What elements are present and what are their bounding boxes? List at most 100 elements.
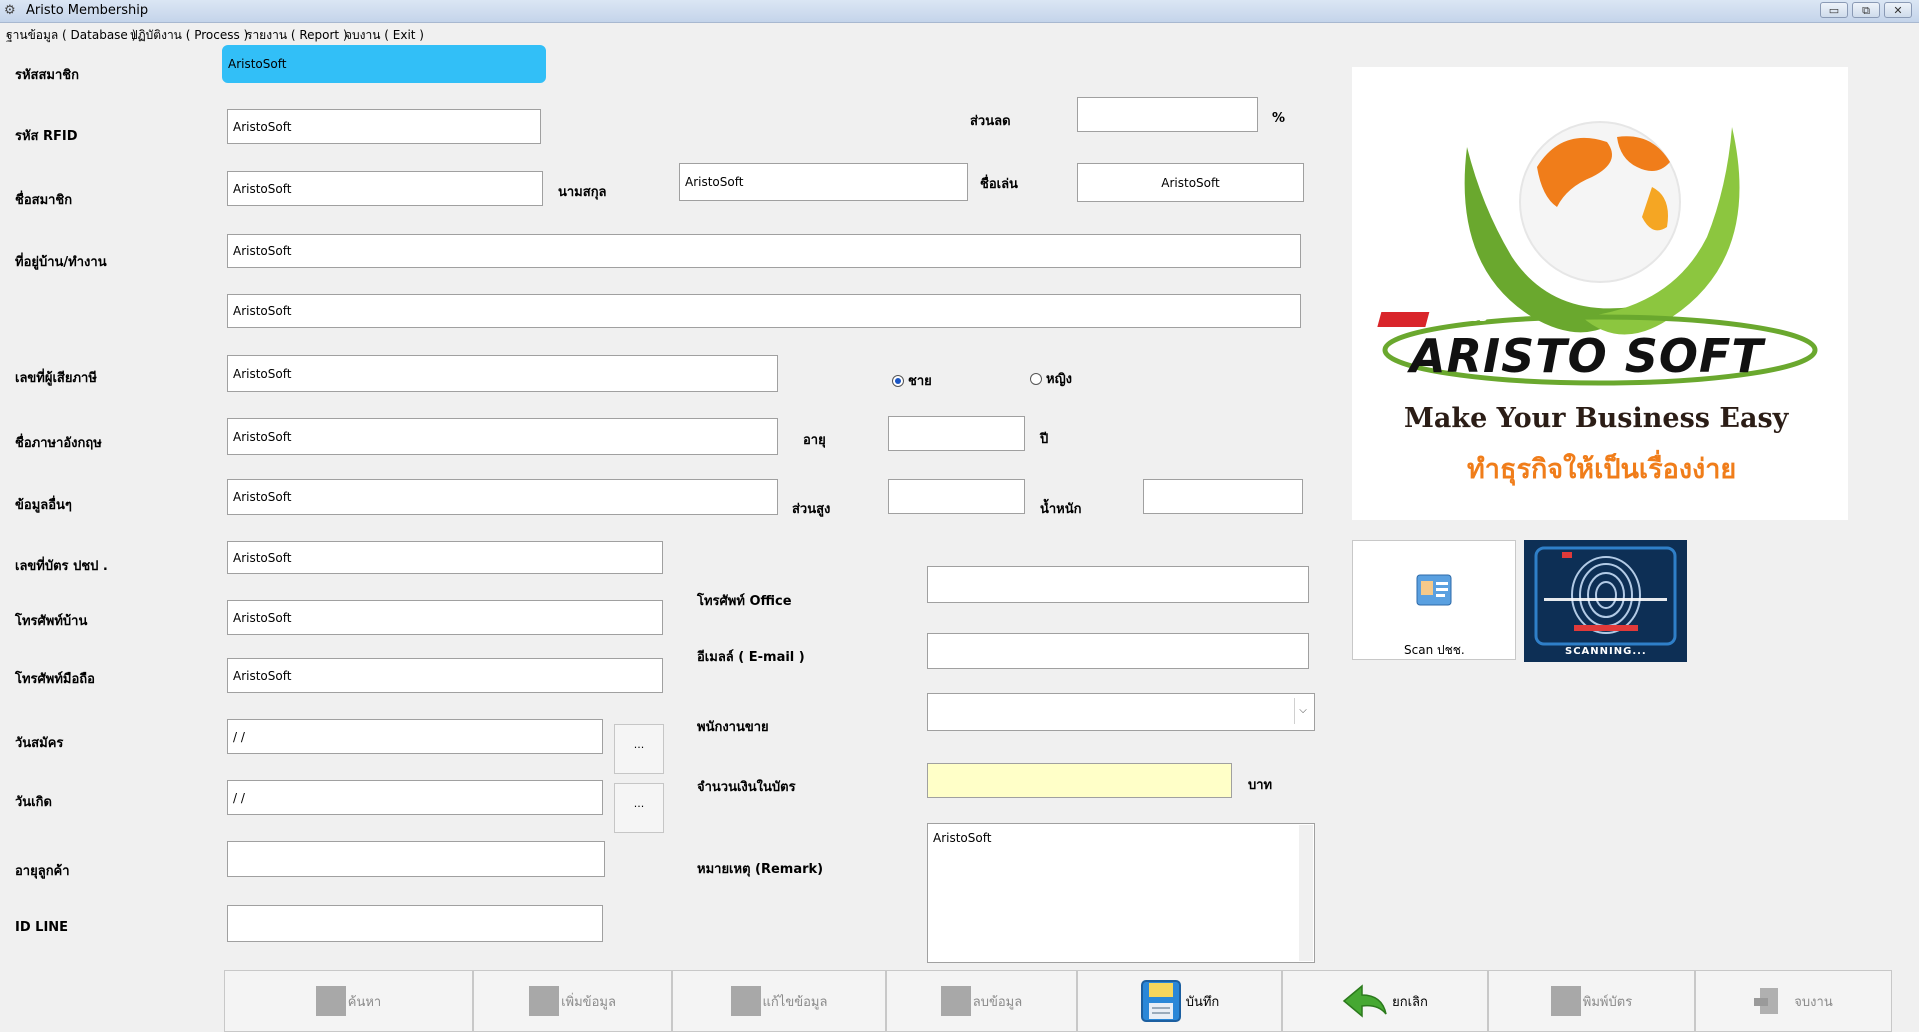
weight-input[interactable] bbox=[1143, 479, 1303, 514]
birth-date-input[interactable]: / / bbox=[227, 780, 603, 815]
nickname-label: ชื่อเล่น bbox=[980, 177, 1018, 192]
edit-button-label: แก้ไขข้อมูล bbox=[762, 994, 828, 1010]
remark-scrollbar[interactable] bbox=[1299, 825, 1313, 961]
gender-female-radio[interactable]: หญิง bbox=[1030, 368, 1072, 389]
id-card-label: เลขที่บัตร ปชป . bbox=[15, 559, 108, 574]
scan-id-card-button[interactable]: Scan ปชช. bbox=[1352, 540, 1516, 660]
english-name-input[interactable]: AristoSoft bbox=[227, 418, 778, 455]
rfid-label: รหัส RFID bbox=[15, 129, 78, 144]
save-button-label: บันทึก bbox=[1185, 994, 1220, 1010]
address-input-1[interactable]: AristoSoft bbox=[227, 234, 1301, 268]
email-input[interactable] bbox=[927, 633, 1309, 669]
discount-label: ส่วนลด bbox=[970, 114, 1011, 129]
gender-male-radio[interactable]: ชาย bbox=[892, 370, 932, 391]
usb-badge: USB bbox=[1462, 311, 1488, 324]
id-line-label: ID LINE bbox=[15, 920, 69, 935]
height-input[interactable] bbox=[888, 479, 1025, 514]
card-amount-input[interactable] bbox=[927, 763, 1232, 798]
window-title: Aristo Membership bbox=[26, 3, 149, 18]
customer-age-label: อายุลูกค้า bbox=[15, 864, 70, 879]
email-label: อีเมลล์ ( E-mail ) bbox=[697, 650, 805, 665]
add-button[interactable]: เพิ่มข้อมูล bbox=[473, 970, 672, 1032]
title-bar: ⚙ Aristo Membership ▭ ⧉ ✕ bbox=[0, 0, 1919, 23]
birth-date-label: วันเกิด bbox=[15, 795, 52, 810]
restore-button[interactable]: ⧉ bbox=[1852, 2, 1880, 18]
logo-brand-name: ARISTO SOFT bbox=[1410, 329, 1764, 383]
mobile-label: โทรศัพท์มือถือ bbox=[15, 672, 95, 687]
home-phone-label: โทรศัพท์บ้าน bbox=[15, 614, 88, 629]
id-card-icon bbox=[1416, 574, 1452, 606]
logo-tagline-en: Make Your Business Easy bbox=[1404, 403, 1789, 434]
baht-label: บาท bbox=[1248, 778, 1273, 793]
id-card-input[interactable]: AristoSoft bbox=[227, 541, 663, 574]
surname-label: นามสกุล bbox=[558, 185, 607, 200]
apply-date-input[interactable]: / / bbox=[227, 719, 603, 754]
print-card-button-label: พิมพ์บัตร bbox=[1582, 994, 1633, 1010]
cancel-button[interactable]: ยกเลิก bbox=[1282, 970, 1488, 1032]
age-input[interactable] bbox=[888, 416, 1025, 451]
birth-date-picker-button[interactable]: ... bbox=[614, 783, 664, 833]
salesperson-select[interactable]: ⌵ bbox=[927, 693, 1315, 731]
office-phone-input[interactable] bbox=[927, 566, 1309, 603]
remark-text: AristoSoft bbox=[933, 831, 992, 845]
customer-age-input[interactable] bbox=[227, 841, 605, 877]
address-input-2[interactable]: AristoSoft bbox=[227, 294, 1301, 328]
id-line-input[interactable] bbox=[227, 905, 603, 942]
edit-button[interactable]: แก้ไขข้อมูล bbox=[672, 970, 886, 1032]
search-icon bbox=[315, 986, 346, 1016]
mobile-input[interactable]: AristoSoft bbox=[227, 658, 663, 693]
surname-input[interactable]: AristoSoft bbox=[679, 163, 968, 201]
apply-date-label: วันสมัคร bbox=[15, 736, 64, 751]
discount-input[interactable] bbox=[1077, 97, 1258, 132]
tax-id-label: เลขที่ผู้เสียภาษี bbox=[15, 371, 97, 386]
salesperson-label: พนักงานขาย bbox=[697, 720, 769, 735]
delete-button[interactable]: ลบข้อมูล bbox=[886, 970, 1077, 1032]
weight-label: น้ำหนัก bbox=[1040, 502, 1082, 517]
rfid-input[interactable]: AristoSoft bbox=[227, 109, 541, 144]
exit-door-icon bbox=[1754, 988, 1779, 1014]
age-label: อายุ bbox=[803, 433, 826, 448]
percent-label: % bbox=[1272, 111, 1286, 126]
other-info-input[interactable]: AristoSoft bbox=[227, 479, 778, 515]
member-code-input[interactable]: AristoSoft bbox=[222, 45, 546, 83]
remark-textarea[interactable]: AristoSoft bbox=[927, 823, 1315, 963]
exit-button[interactable]: จบงาน bbox=[1695, 970, 1892, 1032]
cancel-button-label: ยกเลิก bbox=[1392, 994, 1428, 1010]
remark-label: หมายเหตุ (Remark) bbox=[697, 862, 824, 877]
member-code-label: รหัสสมาชิก bbox=[15, 68, 79, 83]
save-button[interactable]: บันทึก bbox=[1077, 970, 1282, 1032]
floppy-save-icon bbox=[1140, 980, 1181, 1022]
menu-report[interactable]: รายงาน ( Report ) bbox=[246, 26, 348, 45]
close-button[interactable]: ✕ bbox=[1884, 2, 1912, 18]
member-name-input[interactable]: AristoSoft bbox=[227, 171, 543, 206]
scanning-label: SCANNING... bbox=[1565, 646, 1647, 657]
fingerprint-scan-button[interactable]: SCANNING... bbox=[1524, 540, 1687, 662]
office-phone-label: โทรศัพท์ Office bbox=[697, 594, 792, 609]
chevron-down-icon[interactable]: ⌵ bbox=[1294, 698, 1311, 724]
nickname-input[interactable]: AristoSoft bbox=[1077, 163, 1304, 202]
menu-database[interactable]: ฐานข้อมูล ( Database ) bbox=[6, 26, 136, 45]
print-card-button[interactable]: พิมพ์บัตร bbox=[1488, 970, 1695, 1032]
edit-icon bbox=[730, 986, 761, 1016]
menu-exit[interactable]: จบงาน ( Exit ) bbox=[345, 26, 424, 45]
delete-button-label: ลบข้อมูล bbox=[972, 994, 1023, 1010]
back-arrow-icon bbox=[1342, 984, 1387, 1018]
search-button[interactable]: ค้นหา bbox=[224, 970, 473, 1032]
member-name-label: ชื่อสมาชิก bbox=[15, 193, 73, 208]
address-label: ที่อยู่บ้าน/ทำงาน bbox=[15, 255, 107, 270]
radio-selected-icon bbox=[892, 374, 904, 387]
scan-id-card-label: Scan ปชช. bbox=[1404, 643, 1465, 657]
minimize-button[interactable]: ▭ bbox=[1820, 2, 1848, 18]
year-label: ปี bbox=[1040, 432, 1049, 447]
card-amount-label: จำนวนเงินในบัตร bbox=[697, 780, 796, 795]
radio-empty-icon bbox=[1030, 372, 1042, 385]
tax-id-input[interactable]: AristoSoft bbox=[227, 355, 778, 392]
apply-date-picker-button[interactable]: ... bbox=[614, 724, 664, 774]
home-phone-input[interactable]: AristoSoft bbox=[227, 600, 663, 635]
menu-process[interactable]: ปฏิบัติงาน ( Process ) bbox=[130, 26, 248, 45]
search-button-label: ค้นหา bbox=[347, 994, 382, 1010]
exit-button-label: จบงาน bbox=[1794, 994, 1833, 1010]
app-icon: ⚙ bbox=[4, 3, 16, 18]
height-label: ส่วนสูง bbox=[792, 502, 831, 517]
print-icon bbox=[1550, 986, 1581, 1016]
